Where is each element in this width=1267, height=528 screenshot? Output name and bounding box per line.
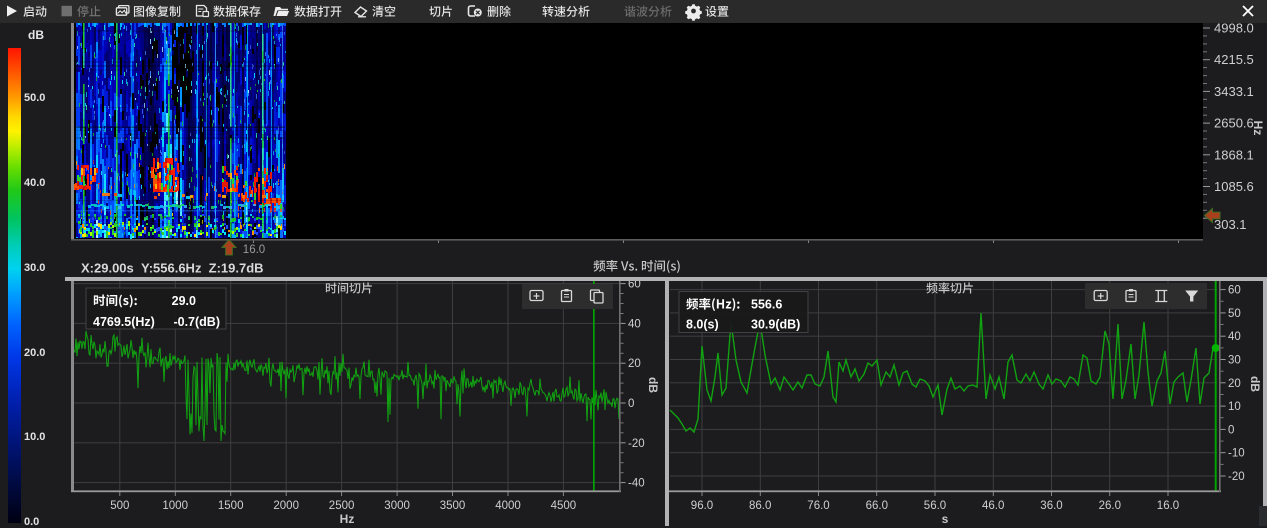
svg-text:86.0: 86.0 <box>749 500 771 512</box>
svg-text:4000: 4000 <box>495 500 521 512</box>
svg-text:0: 0 <box>628 398 634 410</box>
svg-text:60: 60 <box>1228 285 1241 297</box>
svg-text:8.0(s): 8.0(s) <box>686 318 719 332</box>
svg-text:-40: -40 <box>628 478 645 490</box>
svg-text:16.0: 16.0 <box>243 244 265 256</box>
svg-text:500: 500 <box>110 500 129 512</box>
svg-text:3000: 3000 <box>384 500 410 512</box>
svg-text:96.0: 96.0 <box>691 500 713 512</box>
svg-text:46.0: 46.0 <box>982 500 1004 512</box>
svg-text:4215.5: 4215.5 <box>1214 52 1254 67</box>
svg-text:40: 40 <box>1228 331 1241 343</box>
svg-text:s: s <box>942 512 949 526</box>
svg-text:1085.6: 1085.6 <box>1214 179 1254 194</box>
svg-text:-20: -20 <box>1228 471 1245 483</box>
svg-text:3433.1: 3433.1 <box>1214 84 1254 99</box>
svg-text:dB: dB <box>646 377 660 393</box>
svg-text:16.0: 16.0 <box>1157 500 1179 512</box>
svg-text:-20: -20 <box>628 438 645 450</box>
svg-text:50: 50 <box>1228 308 1241 320</box>
svg-text:4769.5(Hz): 4769.5(Hz) <box>93 315 155 329</box>
svg-text:1500: 1500 <box>218 500 244 512</box>
svg-text:-10: -10 <box>1228 448 1245 460</box>
svg-text:Hz: Hz <box>1251 121 1265 136</box>
svg-text:36.0: 36.0 <box>1040 500 1062 512</box>
svg-text:4998.0: 4998.0 <box>1214 23 1254 36</box>
svg-text:29.0: 29.0 <box>172 294 196 308</box>
svg-text:20: 20 <box>628 358 641 370</box>
svg-text:4500: 4500 <box>551 500 577 512</box>
svg-text:1868.1: 1868.1 <box>1214 147 1254 162</box>
svg-text:303.1: 303.1 <box>1214 217 1247 232</box>
svg-text:10: 10 <box>1228 401 1241 413</box>
svg-text:26.0: 26.0 <box>1099 500 1121 512</box>
svg-text:2500: 2500 <box>329 500 355 512</box>
svg-text:30: 30 <box>1228 355 1241 367</box>
svg-text:30.9(dB): 30.9(dB) <box>751 318 800 332</box>
svg-text:2000: 2000 <box>273 500 299 512</box>
svg-text:56.0: 56.0 <box>924 500 946 512</box>
svg-text:dB: dB <box>1248 376 1262 392</box>
svg-text:60: 60 <box>628 281 641 291</box>
svg-text:3500: 3500 <box>440 500 466 512</box>
svg-text:Hz: Hz <box>340 512 355 526</box>
svg-text:0: 0 <box>1228 424 1234 436</box>
svg-text:1000: 1000 <box>162 500 188 512</box>
svg-text:2650.6: 2650.6 <box>1214 116 1254 131</box>
svg-text:40: 40 <box>628 318 641 330</box>
svg-text:X:29.00s Y:556.6Hz Z:19.7dB: X:29.00s Y:556.6Hz Z:19.7dB <box>81 261 264 276</box>
svg-text:556.6: 556.6 <box>751 298 782 312</box>
svg-text:-0.7(dB): -0.7(dB) <box>173 315 220 329</box>
svg-text:66.0: 66.0 <box>866 500 888 512</box>
svg-text:76.0: 76.0 <box>807 500 829 512</box>
svg-text:20: 20 <box>1228 378 1241 390</box>
